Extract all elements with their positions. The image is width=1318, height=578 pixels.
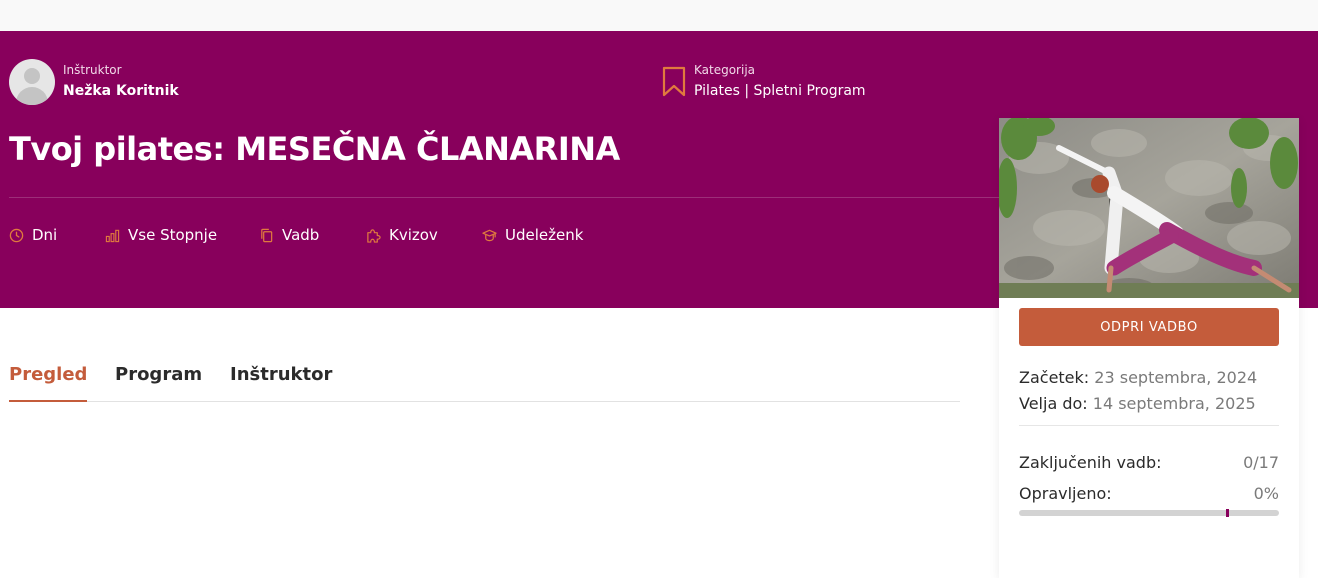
completed-workouts-value: 0/17 <box>1243 453 1279 472</box>
copy-icon <box>261 228 273 242</box>
avatar-head <box>24 68 40 84</box>
stat-days: Dni <box>9 225 57 245</box>
bookmark-icon <box>662 66 686 97</box>
category-value[interactable]: Pilates | Spletni Program <box>694 83 866 99</box>
top-bar <box>0 0 1318 31</box>
stat-students-label: Udeleženk <box>505 226 584 244</box>
end-date-value: 14 septembra, 2025 <box>1092 394 1256 413</box>
instructor-name[interactable]: Nežka Koritnik <box>63 83 179 99</box>
course-title: Tvoj pilates: MESEČNA ČLANARINA <box>9 130 620 168</box>
graduation-cap-icon <box>482 229 497 241</box>
completed-workouts-label: Zaključenih vadb: <box>1019 453 1162 472</box>
stat-days-label: Dni <box>32 226 58 244</box>
stat-level-label: Vse Stopnje <box>128 226 218 244</box>
stat-students: Udeleženk <box>482 225 583 245</box>
stat-lessons: Vadb <box>259 225 319 245</box>
sidebar-divider <box>1019 425 1279 426</box>
start-date-value: 23 septembra, 2024 <box>1094 368 1258 387</box>
progress-marker <box>1226 509 1229 517</box>
completion-label: Opravljeno: <box>1019 484 1112 503</box>
course-sidebar: ODPRI VADBO Začetek: 23 septembra, 2024 … <box>999 118 1299 578</box>
stat-quizzes: Kvizov <box>366 225 438 245</box>
tab-overview[interactable]: Pregled <box>9 364 88 402</box>
stat-level: Vse Stopnje <box>105 225 217 245</box>
start-date-label: Začetek: <box>1019 368 1090 387</box>
instructor-label: Inštruktor <box>63 63 122 77</box>
hero-divider <box>9 197 999 198</box>
course-thumbnail <box>999 118 1299 298</box>
instructor-avatar[interactable] <box>9 59 55 105</box>
end-date-label: Velja do: <box>1019 394 1088 413</box>
course-tabs: Pregled Program Inštruktor <box>9 358 960 402</box>
progress-bar <box>1019 509 1279 517</box>
completion-value: 0% <box>1253 484 1279 503</box>
bar-chart-icon <box>105 229 120 242</box>
start-date-row: Začetek: 23 septembra, 2024 <box>1019 368 1257 387</box>
stat-quizzes-label: Kvizov <box>389 226 438 244</box>
puzzle-icon <box>367 228 381 243</box>
avatar-body <box>16 87 48 105</box>
clock-icon <box>9 228 24 242</box>
stat-lessons-label: Vadb <box>282 226 320 244</box>
open-workout-button[interactable]: ODPRI VADBO <box>1019 308 1279 346</box>
tab-instructor[interactable]: Inštruktor <box>230 364 332 402</box>
end-date-row: Velja do: 14 septembra, 2025 <box>1019 394 1256 413</box>
category-label: Kategorija <box>694 63 756 77</box>
tab-program[interactable]: Program <box>115 364 202 402</box>
